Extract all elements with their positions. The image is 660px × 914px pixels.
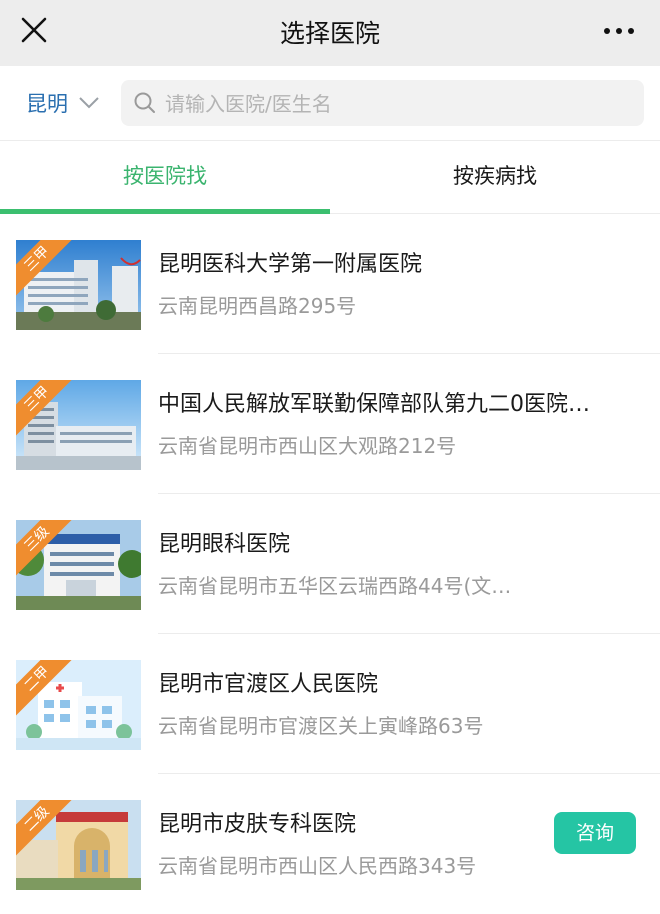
hospital-item[interactable]: 三甲 昆明医科大学第一附属医院 云南昆明西昌路295号 [0, 214, 660, 354]
hospital-name: 中国人民解放军联勤保障部队第九二0医院… [158, 392, 590, 417]
tab-by-hospital[interactable]: 按医院找 [0, 141, 330, 213]
hospital-item[interactable]: 三甲 中国人民解放军联勤保障部队第九二0医院… 云南省昆明市西山区大观路212号 [0, 354, 660, 494]
page-title: 选择医院 [279, 19, 380, 48]
search-bar: 昆明 [0, 66, 660, 140]
hospital-item[interactable]: 二级 昆明市皮肤专科医院 云南省昆明市西山区人民西路343号 咨询 [0, 774, 660, 914]
hospital-image: 二甲 [16, 660, 141, 750]
consult-button[interactable]: 咨询 [554, 812, 636, 854]
hospital-image: 二级 [16, 800, 141, 890]
tab-by-disease[interactable]: 按疾病找 [330, 141, 660, 213]
search-input[interactable] [163, 87, 627, 121]
title-bar: 选择医院 [0, 0, 660, 66]
hospital-image: 三甲 [16, 240, 141, 330]
hospital-name: 昆明医科大学第一附属医院 [158, 252, 423, 277]
close-icon [21, 17, 47, 43]
more-button[interactable] [604, 24, 638, 36]
tab-bar: 按医院找 按疾病找 [0, 140, 660, 214]
hospital-name: 昆明市官渡区人民医院 [158, 672, 379, 697]
close-button[interactable] [18, 14, 50, 46]
hospital-address: 云南昆明西昌路295号 [158, 294, 357, 318]
hospital-address: 云南省昆明市五华区云瑞西路44号(文… [158, 574, 512, 598]
hospital-item[interactable]: 三级 昆明眼科医院 云南省昆明市五华区云瑞西路44号(文… [0, 494, 660, 634]
hospital-address: 云南省昆明市官渡区关上寅峰路63号 [158, 714, 484, 738]
search-box[interactable] [121, 80, 644, 126]
city-selector[interactable]: 昆明 [26, 88, 100, 118]
city-label: 昆明 [26, 92, 68, 116]
hospital-item[interactable]: 二甲 昆明市官渡区人民医院 云南省昆明市官渡区关上寅峰路63号 [0, 634, 660, 774]
hospital-list: 三甲 昆明医科大学第一附属医院 云南昆明西昌路295号 三甲 中国人民解放军联勤… [0, 214, 660, 914]
search-icon [134, 92, 155, 113]
hospital-image: 三甲 [16, 380, 141, 470]
chevron-down-icon [79, 97, 99, 109]
more-icon [604, 28, 610, 34]
hospital-name: 昆明眼科医院 [158, 532, 291, 557]
hospital-address: 云南省昆明市西山区人民西路343号 [158, 854, 477, 878]
hospital-address: 云南省昆明市西山区大观路212号 [158, 434, 457, 458]
hospital-image: 三级 [16, 520, 141, 610]
